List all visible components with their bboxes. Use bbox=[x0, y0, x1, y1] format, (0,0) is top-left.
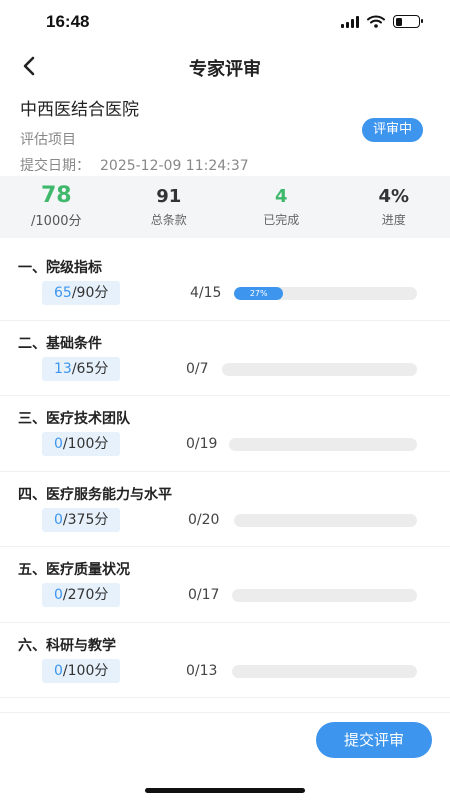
section-item[interactable]: 二、基础条件 13/65分 0/7 bbox=[0, 321, 450, 396]
section-score: 0/100分 bbox=[42, 432, 121, 456]
section-score-got: 65 bbox=[54, 285, 72, 301]
section-progress-bar: 27% bbox=[234, 287, 417, 300]
submit-date-value: 2025-12-09 11:24:37 bbox=[100, 158, 249, 174]
stat-completed-value: 4 bbox=[274, 186, 288, 207]
signal-icon bbox=[341, 15, 359, 28]
section-score-got: 0 bbox=[54, 587, 63, 603]
section-progress-fill: 27% bbox=[234, 287, 284, 300]
home-indicator bbox=[145, 788, 305, 793]
stats-summary: 78 /1000分 91 总条款 4 已完成 4% 进度 bbox=[0, 176, 450, 238]
section-title: 五、医疗质量状况 bbox=[18, 562, 130, 578]
review-info: 中西医结合医院 评估项目 提交日期： 2025-12-09 11:24:37 评审… bbox=[20, 92, 430, 175]
section-item[interactable]: 五、医疗质量状况 0/270分 0/17 bbox=[0, 547, 450, 623]
section-progress-bar bbox=[232, 589, 417, 602]
section-progress-bar bbox=[229, 438, 417, 451]
section-score-got: 0 bbox=[54, 662, 63, 679]
section-score-max: /270分 bbox=[62, 587, 109, 603]
section-count: 4/15 bbox=[190, 285, 222, 301]
stat-progress-label: 进度 bbox=[381, 213, 406, 227]
section-title: 三、医疗技术团队 bbox=[18, 411, 130, 427]
section-score-max: /90分 bbox=[71, 285, 109, 301]
stat-progress-value: 4% bbox=[378, 186, 410, 207]
section-item[interactable]: 一、院级指标 65/90分 4/15 27% bbox=[0, 245, 450, 321]
battery-level bbox=[395, 17, 403, 26]
nav-bar: 专家评审 bbox=[0, 46, 450, 88]
section-score-got: 0 bbox=[54, 436, 63, 452]
section-item[interactable]: 三、医疗技术团队 0/100分 0/19 bbox=[0, 396, 450, 472]
section-count: 0/17 bbox=[188, 587, 220, 603]
submit-date: 提交日期： 2025-12-09 11:24:37 bbox=[20, 155, 430, 175]
stat-total-items-value: 91 bbox=[156, 186, 182, 207]
section-progress-bar bbox=[234, 513, 417, 527]
section-score-max: /375分 bbox=[62, 511, 109, 528]
section-item[interactable]: 四、医疗服务能力与水平 0/375分 0/20 bbox=[0, 472, 450, 547]
section-score: 0/375分 bbox=[42, 507, 121, 532]
section-item[interactable]: 六、科研与教学 0/100分 0/13 bbox=[0, 623, 450, 698]
wifi-icon bbox=[367, 15, 385, 28]
page-title: 专家评审 bbox=[189, 59, 261, 80]
section-score-got: 13 bbox=[54, 360, 72, 377]
stat-score: 78 /1000分 bbox=[0, 176, 113, 238]
section-count: 0/20 bbox=[188, 511, 220, 528]
section-count: 0/7 bbox=[186, 360, 209, 377]
submit-review-button[interactable]: 提交评审 bbox=[316, 722, 432, 758]
section-title: 四、医疗服务能力与水平 bbox=[18, 486, 172, 503]
battery-icon bbox=[393, 15, 423, 28]
status-time: 16:48 bbox=[46, 12, 90, 31]
section-count: 0/19 bbox=[186, 436, 218, 452]
hospital-name: 中西医结合医院 bbox=[20, 100, 139, 120]
section-score: 13/65分 bbox=[42, 356, 121, 381]
status-bar: 16:48 bbox=[0, 0, 450, 46]
stat-score-total: /1000分 bbox=[31, 214, 82, 229]
status-badge: 评审中 bbox=[361, 118, 423, 142]
footer-divider bbox=[0, 712, 450, 713]
stat-progress: 4% 进度 bbox=[338, 176, 450, 238]
section-title: 一、院级指标 bbox=[18, 260, 102, 276]
section-progress-bar bbox=[232, 664, 417, 678]
section-score: 0/270分 bbox=[42, 583, 121, 607]
section-count: 0/13 bbox=[186, 662, 218, 679]
section-score-got: 0 bbox=[54, 511, 63, 528]
stat-score-value: 78 bbox=[40, 183, 72, 208]
section-list: 一、院级指标 65/90分 4/15 27% 二、基础条件 13/65分 0/7… bbox=[0, 245, 450, 698]
section-score: 0/100分 bbox=[42, 658, 121, 683]
stat-total-items-label: 总条款 bbox=[150, 213, 187, 227]
section-title: 六、科研与教学 bbox=[18, 637, 116, 654]
stat-completed-label: 已完成 bbox=[263, 213, 300, 227]
section-title: 二、基础条件 bbox=[18, 335, 102, 352]
submit-date-label: 提交日期： bbox=[20, 158, 90, 174]
section-score-max: /65分 bbox=[71, 360, 109, 377]
section-progress-bar bbox=[222, 362, 417, 376]
section-score-max: /100分 bbox=[62, 662, 109, 679]
stat-completed: 4 已完成 bbox=[225, 176, 338, 238]
section-score-max: /100分 bbox=[62, 436, 109, 452]
section-score: 65/90分 bbox=[42, 281, 121, 305]
status-icons bbox=[341, 15, 423, 28]
stat-total-items: 91 总条款 bbox=[113, 176, 226, 238]
